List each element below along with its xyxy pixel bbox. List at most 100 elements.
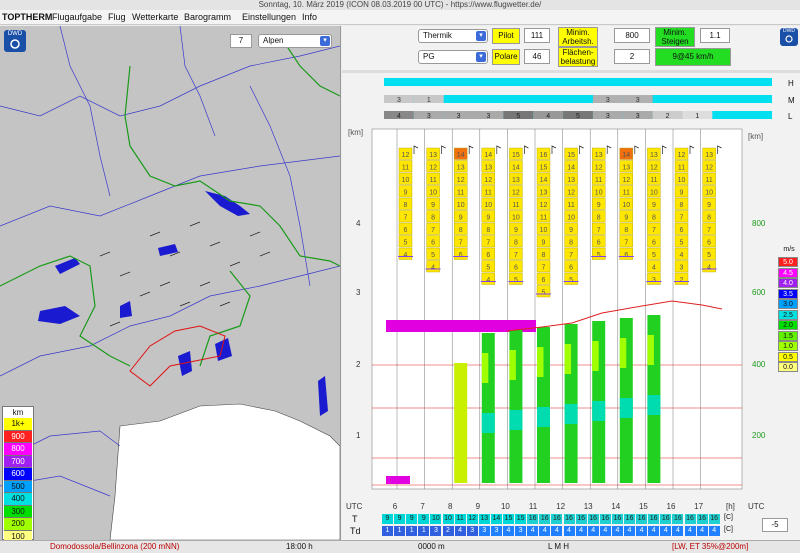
td-cell: 4	[611, 526, 623, 536]
t-cell: 9	[418, 514, 430, 524]
t-cell: 16	[648, 514, 660, 524]
thermal-cell-value: 14	[567, 165, 575, 172]
flaechen-input[interactable]: 2	[614, 49, 650, 64]
thermal-cell-value: 9	[569, 227, 573, 234]
menu-flug[interactable]: Flug	[108, 10, 126, 24]
menu-flugaufgabe[interactable]: Flugaufgabe	[52, 10, 102, 24]
t-unit: [C]	[724, 514, 733, 521]
thermal-cell-value: 8	[514, 240, 518, 247]
climb-bar-light	[592, 341, 599, 371]
thermal-cell-value: 10	[540, 227, 548, 234]
km-legend-item: 800	[4, 443, 32, 456]
region-select[interactable]: Alpen ▾	[258, 34, 332, 48]
glider-select[interactable]: PG ▾	[418, 50, 488, 64]
thermal-cell-value: 14	[457, 152, 465, 159]
km-legend: km 1k+ 900 800 700 600 500 400 300 200 100	[2, 406, 34, 540]
thermal-cell-value: 6	[542, 277, 546, 284]
thermal-cell-value: 5	[542, 290, 546, 297]
thermal-cell-value: 8	[624, 227, 628, 234]
thermal-cell-value: 11	[650, 177, 657, 184]
t-cell: 13	[478, 514, 490, 524]
km-legend-item: 900	[4, 430, 32, 443]
thermal-cell-value: 6	[486, 252, 490, 259]
km-legend-item: 600	[4, 468, 32, 481]
min-steigen-input[interactable]: 1.1	[700, 28, 730, 43]
map-pane[interactable]: 7 Alpen ▾ DWD km 1k+ 900 800 700 600 500 400 30…	[0, 26, 341, 540]
td-cell: 4	[527, 526, 539, 536]
td-cell: 1	[382, 526, 393, 536]
menu-wetterkarte[interactable]: Wetterkarte	[132, 10, 178, 24]
thermal-cell-value: 12	[512, 190, 520, 197]
t-cell: 12	[466, 514, 478, 524]
thermal-cell-value: 9	[680, 190, 684, 197]
thermal-cell-value: 7	[459, 240, 463, 247]
min-arbeit-input[interactable]: 800	[614, 28, 650, 43]
menu-barogramm[interactable]: Barogramm	[184, 10, 231, 24]
thermal-cell-value: 11	[678, 165, 685, 172]
thermal-cell-value: 6	[404, 227, 408, 234]
thermal-cell-value: 6	[431, 240, 435, 247]
t-cell: 10	[442, 514, 454, 524]
thermal-cell-value: 6	[459, 252, 463, 259]
hour-tick-label: 13	[584, 502, 593, 511]
zoom-field[interactable]: 7	[230, 34, 252, 48]
layer-h-bar	[384, 78, 772, 86]
thermal-cell-value: 10	[705, 190, 713, 197]
offset-input[interactable]: -5	[762, 518, 788, 532]
td-cell: 4	[624, 526, 635, 536]
thermal-cell-value: 9	[542, 240, 546, 247]
thermal-cell-value: 7	[597, 227, 601, 234]
thermal-cell-value: 11	[705, 177, 712, 184]
thermal-cell-value: 9	[514, 227, 518, 234]
menu-einstellungen[interactable]: Einstellungen	[242, 10, 296, 24]
thermal-cell-value: 12	[402, 152, 410, 159]
td-cell: 3	[490, 526, 502, 536]
layer-m-label: M	[788, 96, 795, 105]
climb-bar-light	[509, 350, 516, 380]
ms-legend-item: 3.5	[778, 288, 798, 299]
thermal-cell-value: 4	[431, 265, 435, 272]
status-bar: Domodossola/Bellinzona (200 mNN) 18:00 h…	[0, 540, 800, 553]
menu-topthem[interactable]: TOPTHERM	[2, 10, 52, 24]
thermal-cell-value: 14	[540, 177, 548, 184]
td-cell: 4	[599, 526, 611, 536]
mode-select[interactable]: Thermik ▾	[418, 29, 488, 43]
thermal-cell-value: 8	[431, 215, 435, 222]
status-time: 18:00 h	[286, 542, 313, 551]
polare-value: 46	[532, 52, 542, 61]
td-cell: 4	[660, 526, 672, 536]
min-arbeit-value: 800	[625, 31, 639, 40]
thermal-cell-value: 14	[484, 152, 492, 159]
menu-info[interactable]: Info	[302, 10, 317, 24]
thermal-cell-value: 4	[652, 265, 656, 272]
climb-bar-light	[537, 347, 544, 377]
window-title: Sonntag, 10. März 2019 (ICON 08.03.2019 …	[0, 0, 800, 10]
hour-tick-label: 8	[448, 502, 453, 511]
thermal-cell-value: 7	[680, 215, 684, 222]
thermal-cell-value: 13	[622, 165, 630, 172]
right-tick-label: 400	[752, 360, 766, 369]
left-axis-unit: [km]	[348, 128, 363, 137]
td-cell: 3	[466, 526, 478, 536]
thermal-cell-value: 11	[457, 190, 464, 197]
flaechen-label: Flächen-belastung	[558, 47, 598, 67]
climb-bar-segment	[537, 407, 550, 427]
thermal-cell-value: 9	[486, 215, 490, 222]
thermal-cell-value: 13	[512, 177, 520, 184]
thermal-cell-value: 3	[680, 265, 684, 272]
thermal-cell-value: 7	[431, 227, 435, 234]
km-legend-title: km	[12, 408, 24, 417]
t-cell: 9	[406, 514, 418, 524]
polare-input[interactable]: 46	[524, 49, 550, 64]
pilot-input[interactable]: 111	[524, 28, 550, 43]
thermal-cell-value: 12	[705, 165, 713, 172]
right-tick-label: 600	[752, 288, 766, 297]
layer-l-value: 5	[516, 113, 520, 120]
thermal-cell-value: 8	[680, 202, 684, 209]
thermal-cell-value: 7	[569, 252, 573, 259]
map-canvas[interactable]	[0, 26, 340, 540]
utc-left-label: UTC	[346, 502, 363, 511]
layer-l-value: 1	[695, 113, 699, 120]
td-cell: 4	[454, 526, 466, 536]
hour-tick-label: 10	[501, 502, 510, 511]
